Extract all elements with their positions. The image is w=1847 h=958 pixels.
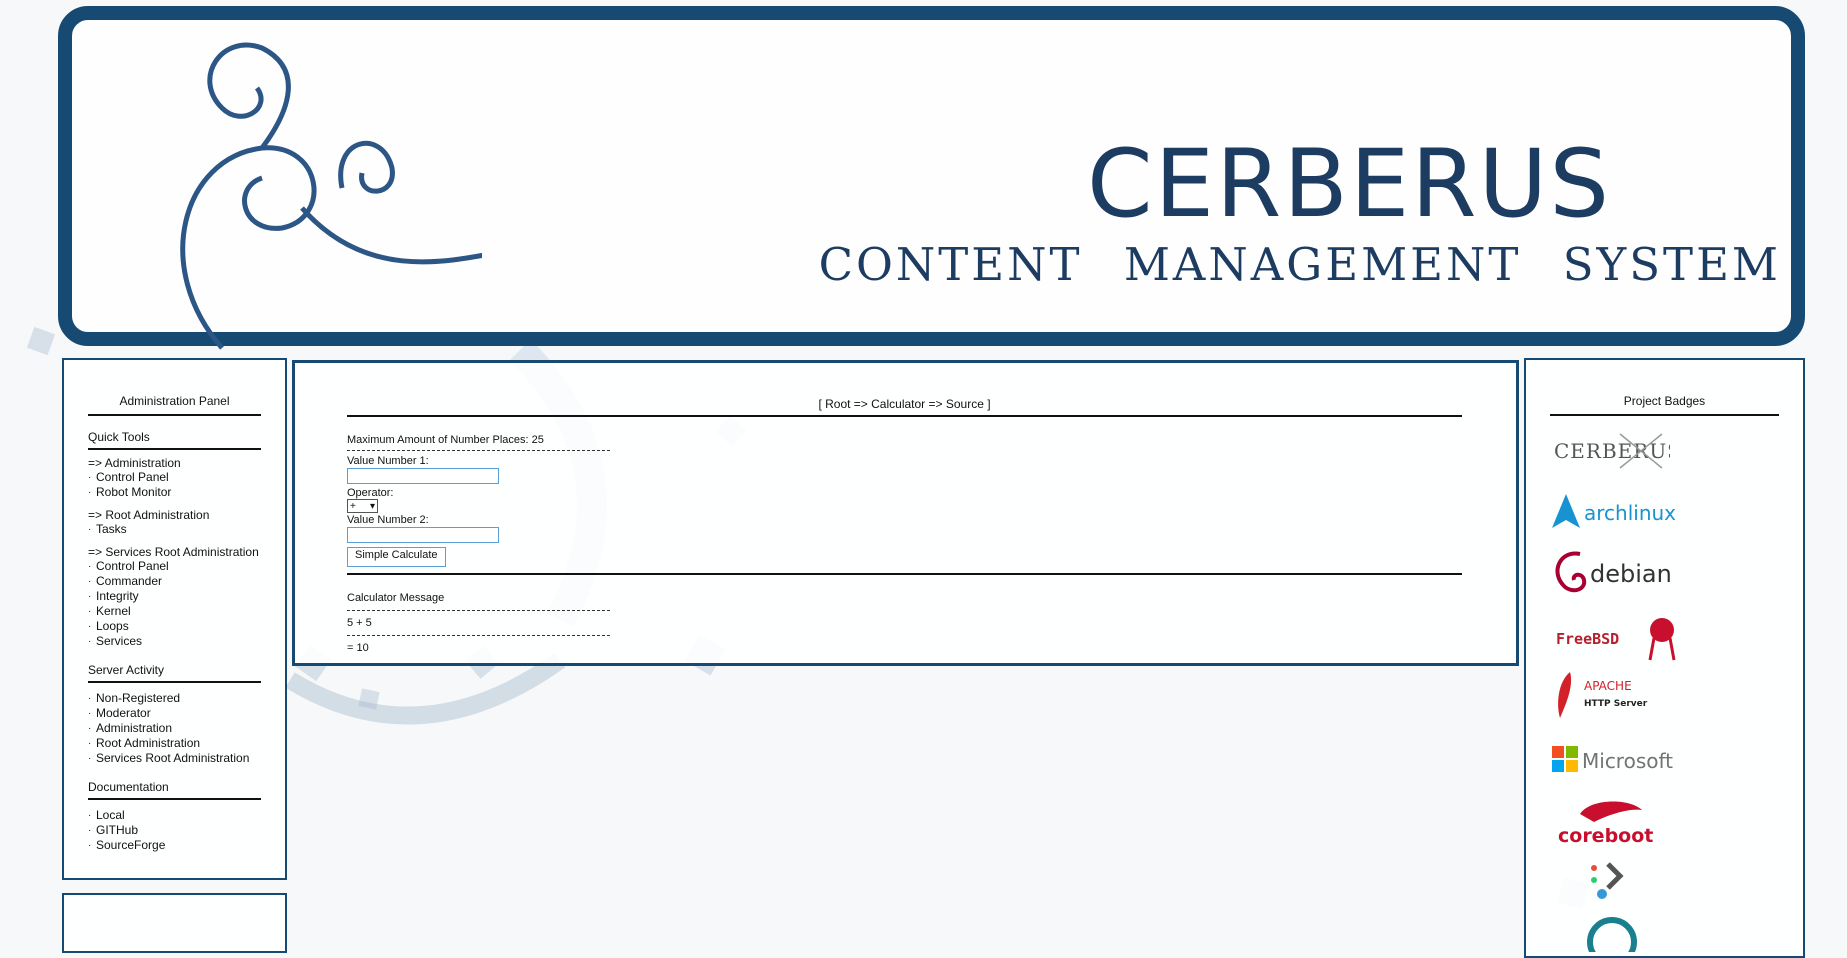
badge-freebsd-text: FreeBSD (1556, 630, 1619, 648)
calculator-panel: [ Root => Calculator => Source ] Maximum… (292, 360, 1519, 666)
activity-root-administration[interactable]: Root Administration (88, 736, 285, 751)
microsoft-logo-icon: Microsoft (1552, 746, 1673, 773)
quick-tools-title: Quick Tools (88, 430, 261, 450)
value2-input[interactable] (347, 527, 499, 543)
divider (347, 635, 610, 636)
divider (347, 610, 610, 611)
nav-link-root-administration[interactable]: => Root Administration (88, 508, 261, 522)
value1-input[interactable] (347, 468, 499, 484)
nav-link-robot-monitor[interactable]: Robot Monitor (88, 485, 285, 500)
operator-label: Operator: (347, 487, 394, 499)
dots-arrow-icon (1591, 862, 1624, 899)
documentation-title: Documentation (88, 780, 261, 800)
nav-link-services-root-administration[interactable]: => Services Root Administration (88, 545, 261, 559)
freebsd-badge-icon: FreeBSD (1556, 618, 1676, 661)
coreboot-logo-icon: coreboot (1558, 801, 1653, 847)
badge-archlinux[interactable]: archlinux (1550, 490, 1690, 534)
badge-apache-text: APACHE (1584, 679, 1632, 693)
quick-tools-group-services-root: => Services Root Administration Control … (64, 545, 285, 649)
quick-tools-group-administration: => Administration Control Panel Robot Mo… (64, 456, 285, 500)
site-title: CERBERUS (1086, 130, 1611, 239)
calc-result: = 10 (347, 642, 369, 654)
chevron-down-icon: ▾ (369, 500, 375, 512)
nav-link-loops[interactable]: Loops (88, 619, 285, 634)
badge-apache-subtext: HTTP Server (1584, 699, 1648, 709)
server-activity-title: Server Activity (88, 663, 261, 683)
archlinux-badge-icon: archlinux (1552, 494, 1676, 528)
calculator-message-title: Calculator Message (347, 592, 445, 604)
simple-calculate-button[interactable]: Simple Calculate (347, 547, 446, 567)
badge-apache[interactable]: APACHE HTTP Server (1550, 668, 1690, 720)
badge-microsoft-text: Microsoft (1582, 749, 1673, 773)
project-badges-panel: Project Badges CERBERUS archlinux debian… (1524, 358, 1805, 958)
debian-badge-icon: debian (1555, 551, 1672, 593)
apache-feather-icon: APACHE HTTP Server (1558, 672, 1648, 718)
activity-moderator[interactable]: Moderator (88, 706, 285, 721)
badge-coreboot[interactable]: coreboot (1550, 792, 1690, 848)
badge-debian-text: debian (1590, 560, 1672, 588)
badge-coreboot-text: coreboot (1558, 825, 1653, 847)
calc-expression: 5 + 5 (347, 617, 372, 629)
cerberus-badge-icon: CERBERUS (1554, 433, 1681, 469)
activity-non-registered[interactable]: Non-Registered (88, 691, 285, 706)
secondary-left-panel (62, 893, 287, 953)
activity-services-root-administration[interactable]: Services Root Administration (88, 751, 285, 766)
nav-link-kernel[interactable]: Kernel (88, 604, 285, 619)
site-subtitle: CONTENT MANAGEMENT SYSTEM (818, 238, 1781, 291)
badge-cerberus[interactable]: CERBERUS (1550, 428, 1681, 472)
ring-logo-icon (1587, 917, 1637, 958)
nav-link-tasks[interactable]: Tasks (88, 522, 285, 537)
badge-microsoft[interactable]: Microsoft (1550, 740, 1690, 780)
value1-label: Value Number 1: (347, 455, 429, 467)
badge-dots[interactable] (1550, 856, 1690, 904)
doc-link-local[interactable]: Local (88, 808, 285, 823)
badge-cerberus-text: CERBERUS (1554, 439, 1670, 463)
nav-link-integrity[interactable]: Integrity (88, 589, 285, 604)
breadcrumb: [ Root => Calculator => Source ] (347, 397, 1462, 417)
badge-ring[interactable] (1550, 912, 1690, 958)
site-banner: CERBERUS CONTENT MANAGEMENT SYSTEM (58, 6, 1805, 350)
activity-administration[interactable]: Administration (88, 721, 285, 736)
nav-link-services[interactable]: Services (88, 634, 285, 649)
nav-link-control-panel[interactable]: Control Panel (88, 470, 285, 485)
badges-title: Project Badges (1550, 394, 1779, 416)
nav-link-commander[interactable]: Commander (88, 574, 285, 589)
swirl-logo-icon (180, 42, 482, 350)
doc-link-github[interactable]: GITHub (88, 823, 285, 838)
operator-value: + (350, 500, 356, 512)
doc-link-sourceforge[interactable]: SourceForge (88, 838, 285, 853)
divider (347, 450, 610, 451)
max-places-text: Maximum Amount of Number Places: 25 (347, 434, 544, 446)
panel-title: Administration Panel (88, 394, 261, 416)
nav-link-administration[interactable]: => Administration (88, 456, 261, 470)
divider (347, 573, 1462, 575)
badge-archlinux-text: archlinux (1584, 501, 1676, 525)
quick-tools-group-root: => Root Administration Tasks (64, 508, 285, 537)
operator-select[interactable]: + ▾ (347, 499, 378, 513)
nav-link-services-control-panel[interactable]: Control Panel (88, 559, 285, 574)
badge-debian[interactable]: debian (1550, 546, 1690, 598)
badge-freebsd[interactable]: FreeBSD (1550, 608, 1690, 664)
administration-panel: Administration Panel Quick Tools => Admi… (62, 358, 287, 880)
value2-label: Value Number 2: (347, 514, 429, 526)
